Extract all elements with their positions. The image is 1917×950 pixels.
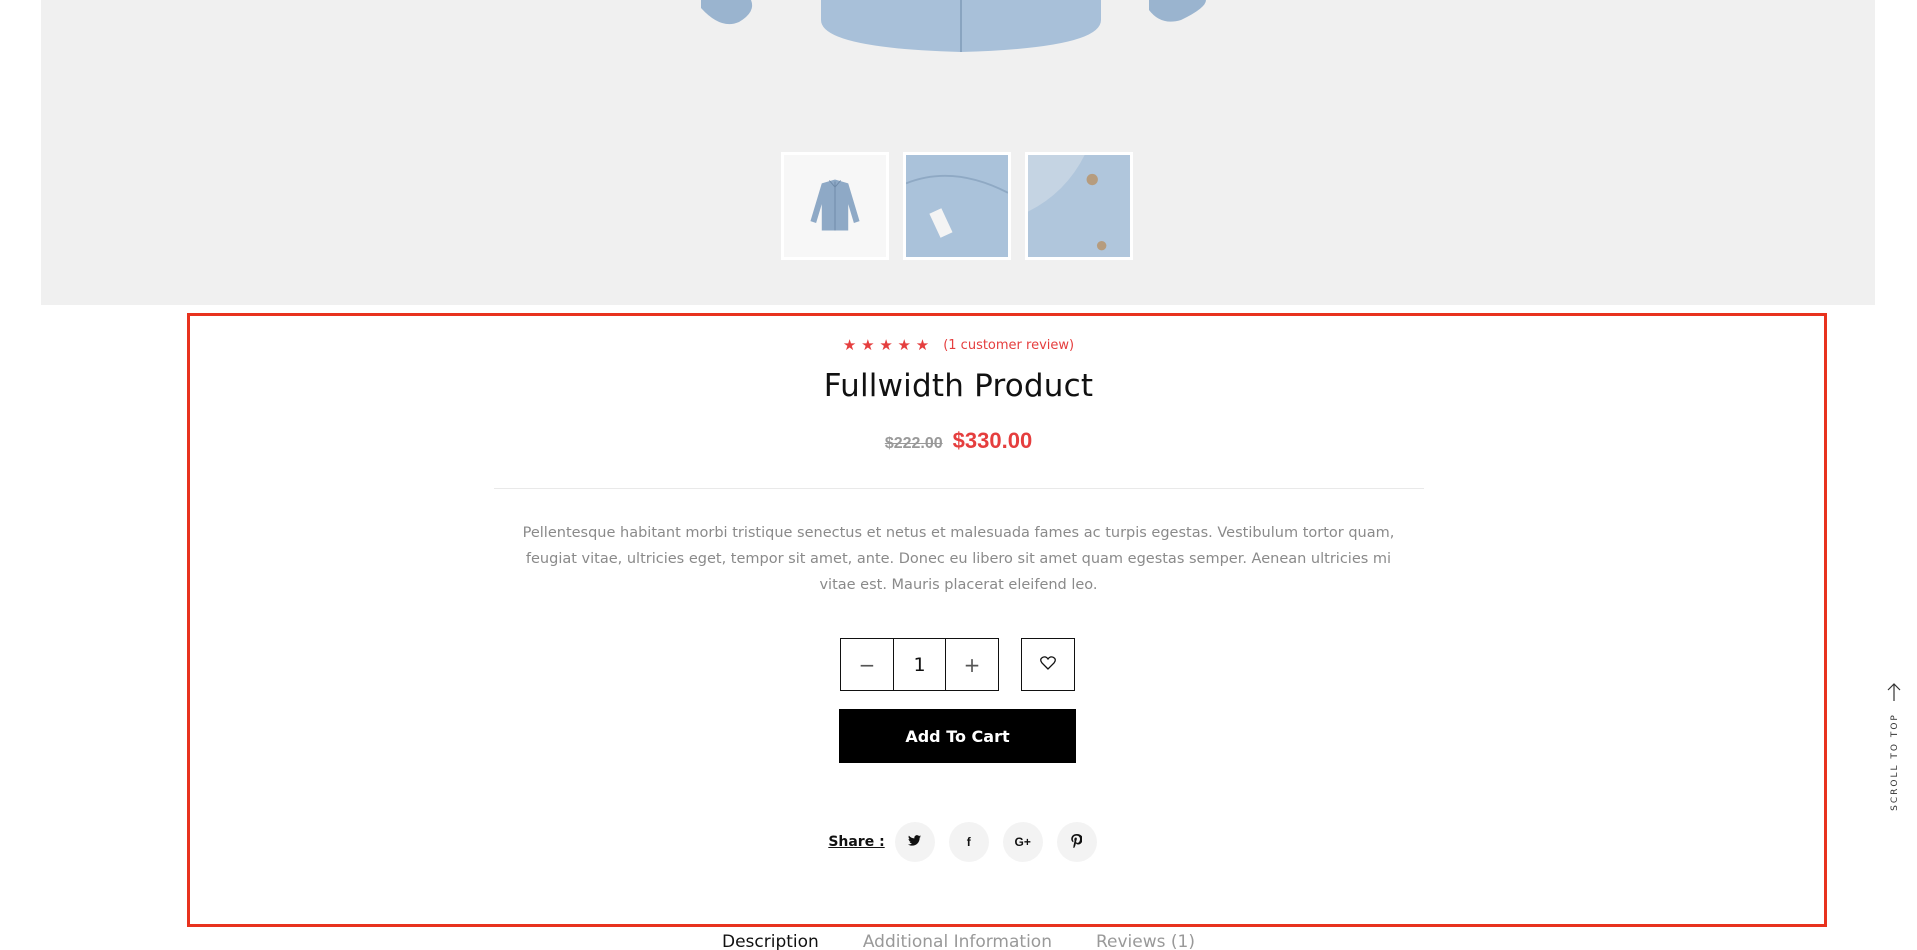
tab-additional-information[interactable]: Additional Information — [863, 932, 1052, 950]
twitter-share-button[interactable] — [894, 822, 935, 862]
product-title: Fullwidth Product — [823, 368, 1094, 404]
facebook-icon: f — [966, 835, 971, 849]
tab-description[interactable]: Description — [722, 932, 819, 950]
price-row: $222.00 $330.00 — [0, 428, 1917, 454]
quantity-stepper: − 1 + — [840, 638, 999, 691]
google-plus-icon: G+ — [1014, 835, 1031, 849]
google-plus-share-button[interactable]: G+ — [1002, 822, 1043, 862]
sale-price: $330.00 — [952, 428, 1033, 453]
scroll-to-top-label: SCROLL TO TOP — [1890, 713, 1900, 811]
tab-reviews[interactable]: Reviews (1) — [1096, 932, 1195, 950]
heart-icon — [1040, 655, 1056, 674]
thumbnail-list — [781, 152, 1133, 260]
add-to-cart-button[interactable]: Add To Cart — [839, 709, 1076, 763]
rating-row: ★ ★ ★ ★ ★ (1 customer review) — [0, 336, 1917, 354]
quantity-increase-button[interactable]: + — [946, 639, 998, 690]
rating-stars: ★ ★ ★ ★ ★ — [842, 336, 930, 354]
quantity-decrease-button[interactable]: − — [841, 639, 893, 690]
scroll-to-top-button[interactable]: SCROLL TO TOP — [1880, 682, 1910, 822]
customer-review-link[interactable]: (1 customer review) — [943, 338, 1074, 353]
facebook-share-button[interactable]: f — [948, 822, 989, 862]
arrow-up-icon — [1886, 682, 1902, 706]
divider — [494, 488, 1424, 489]
pinterest-icon — [1071, 833, 1083, 851]
thumbnail-shirt-front[interactable] — [781, 152, 889, 260]
quantity-input[interactable]: 1 — [893, 639, 946, 690]
thumbnail-shirt-collar[interactable] — [1025, 152, 1133, 260]
product-gallery — [41, 0, 1875, 305]
twitter-icon — [908, 835, 922, 849]
main-product-image — [661, 0, 1281, 60]
pinterest-share-button[interactable] — [1056, 822, 1097, 862]
old-price: $222.00 — [884, 435, 943, 452]
product-page: ★ ★ ★ ★ ★ (1 customer review) Fullwidth … — [0, 0, 1917, 950]
product-tabs: Description Additional Information Revie… — [0, 932, 1917, 950]
wishlist-button[interactable] — [1021, 638, 1075, 691]
thumbnail-shirt-detail[interactable] — [903, 152, 1011, 260]
product-description: Pellentesque habitant morbi tristique se… — [522, 525, 1395, 593]
share-label: Share : — [828, 834, 885, 850]
share-row: Share : f G+ — [0, 822, 1917, 862]
